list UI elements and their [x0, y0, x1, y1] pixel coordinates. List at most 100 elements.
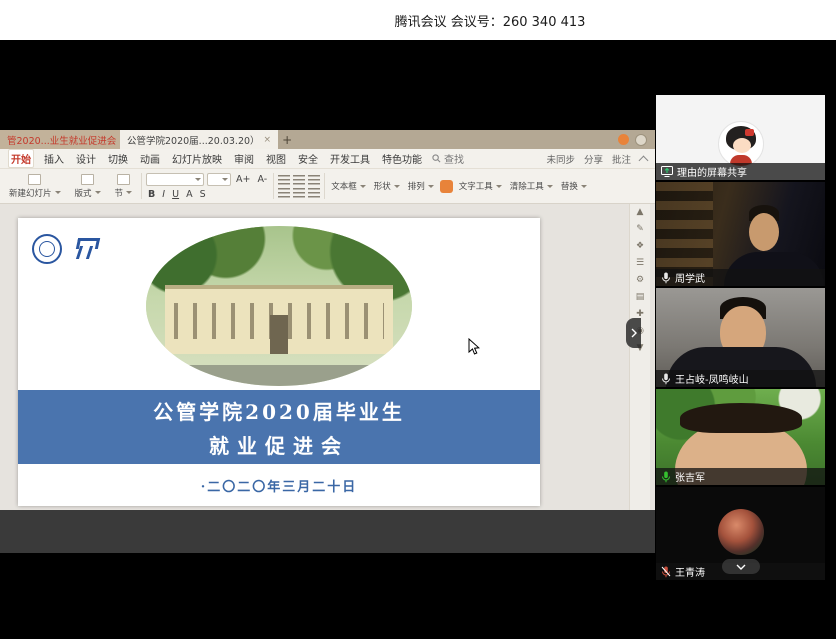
account-avatar-icon[interactable] — [635, 134, 647, 146]
font-name-select[interactable] — [146, 173, 204, 186]
participant-label: 周学武 — [656, 269, 825, 286]
arrange-button[interactable]: 排列 — [406, 180, 436, 192]
dropdown-caret-icon — [55, 191, 61, 194]
participant-label: 张吉军 — [656, 468, 825, 485]
numbered-list-icon[interactable] — [293, 175, 305, 185]
align-center-icon[interactable] — [293, 188, 305, 198]
document-tab-1-label: 管2020...业生就业促进会 — [7, 133, 116, 147]
promo-badge-icon[interactable] — [618, 134, 629, 145]
tabbar-icons — [618, 130, 655, 149]
menu-insert[interactable]: 插入 — [42, 150, 66, 167]
building-door — [270, 315, 288, 354]
menu-features[interactable]: 特色功能 — [380, 150, 424, 167]
strikethrough-button[interactable]: S — [198, 189, 208, 200]
mouse-cursor-icon — [468, 338, 480, 356]
slide-date: ·二〇二〇年三月二十日 — [18, 476, 540, 495]
increase-font-button[interactable]: A+ — [234, 174, 252, 185]
participant-name: 周学武 — [675, 270, 705, 285]
section-icon — [117, 174, 130, 185]
close-tab-icon[interactable]: × — [264, 135, 272, 145]
menu-view[interactable]: 视图 — [264, 150, 288, 167]
textbox-button[interactable]: 文本框 — [329, 180, 368, 192]
align-right-icon[interactable] — [308, 188, 320, 198]
grid-tool-icon[interactable]: ▤ — [636, 292, 645, 302]
document-tab-2-active[interactable]: 公管学院2020届...20.03.20） × — [120, 130, 278, 149]
avatar — [718, 509, 764, 555]
edit-tool-icon[interactable]: ✎ — [636, 224, 644, 234]
new-tab-button[interactable]: + — [278, 130, 296, 149]
scroll-up-icon[interactable]: ▲ — [637, 207, 644, 217]
italic-button[interactable]: I — [160, 189, 167, 200]
font-size-select[interactable] — [207, 173, 231, 186]
decrease-font-button[interactable]: A- — [256, 174, 270, 185]
menu-transition[interactable]: 切换 — [106, 150, 130, 167]
layout-icon — [81, 174, 94, 185]
chevron-right-icon — [631, 328, 637, 338]
menu-review[interactable]: 审阅 — [232, 150, 256, 167]
menu-animation[interactable]: 动画 — [138, 150, 162, 167]
meeting-window: 腾讯会议 会议号：260 340 413 管2020...业生就业促进会 × 公… — [0, 0, 836, 639]
meeting-title-bar: 腾讯会议 会议号：260 340 413 — [0, 0, 836, 40]
menu-home[interactable]: 开始 — [8, 149, 34, 168]
participant-label: 理由的屏幕共享 — [656, 163, 825, 180]
clear-tools-button[interactable]: 清除工具 — [508, 180, 555, 192]
shapes-button[interactable]: 形状 — [372, 180, 402, 192]
indent-icon[interactable] — [308, 175, 320, 185]
menu-devtools[interactable]: 开发工具 — [328, 150, 372, 167]
bold-button[interactable]: B — [146, 189, 157, 200]
mic-active-icon — [661, 471, 671, 483]
dropdown-caret-icon — [581, 185, 587, 188]
docer-assets-icon[interactable] — [440, 180, 453, 193]
menu-design[interactable]: 设计 — [74, 150, 98, 167]
building-ground — [146, 365, 412, 386]
sync-status-button[interactable]: 未同步 — [546, 152, 575, 166]
participant-tile-sharer[interactable]: 理由的屏幕共享 — [656, 95, 825, 180]
participant-tile[interactable]: 张吉军 — [656, 389, 825, 485]
college-logo-icon — [74, 236, 100, 262]
participant-name: 理由的屏幕共享 — [677, 164, 747, 179]
underline-button[interactable]: U — [170, 189, 181, 200]
mic-icon — [661, 272, 671, 284]
collapse-ribbon-icon[interactable] — [639, 155, 649, 165]
dropdown-caret-icon — [394, 185, 400, 188]
wps-ribbon: 新建幻灯片 版式 节 A+ A- B I — [0, 169, 655, 204]
new-slide-button[interactable]: 新建幻灯片 — [4, 173, 66, 200]
comment-button[interactable]: 批注 — [612, 152, 631, 166]
section-button[interactable]: 节 — [110, 173, 138, 200]
slide-title-line2: 就业促进会 — [209, 430, 349, 459]
participant-name: 王青涛 — [675, 564, 705, 579]
layout-button[interactable]: 版式 — [70, 173, 106, 200]
document-tab-1[interactable]: 管2020...业生就业促进会 × — [0, 130, 120, 149]
wps-tab-bar: 管2020...业生就业促进会 × 公管学院2020届...20.03.20） … — [0, 130, 655, 149]
participant-tile[interactable]: 周学武 — [656, 182, 825, 286]
settings-tool-icon[interactable]: ⚙ — [636, 275, 644, 285]
ribbon-separator — [273, 173, 274, 199]
menu-slideshow[interactable]: 幻灯片放映 — [170, 150, 224, 167]
find-button[interactable]: 查找 — [432, 151, 464, 166]
slide-canvas[interactable]: 公管学院2020届毕业生 就业促进会 ·二〇二〇年三月二十日 ▲ ✎ ❖ ☰ ⚙… — [0, 204, 655, 510]
share-button[interactable]: 分享 — [584, 152, 603, 166]
slide-title-banner: 公管学院2020届毕业生 就业促进会 — [18, 390, 540, 464]
chevron-down-icon — [736, 564, 746, 570]
slide[interactable]: 公管学院2020届毕业生 就业促进会 ·二〇二〇年三月二十日 — [18, 218, 540, 506]
mic-icon — [661, 373, 671, 385]
participant-name: 王占岐-凤鸣岐山 — [675, 371, 749, 386]
replace-button[interactable]: 替换 — [559, 180, 589, 192]
participant-tile[interactable]: 王占岐-凤鸣岐山 — [656, 288, 825, 387]
dropdown-caret-icon — [496, 185, 502, 188]
screen-share-icon — [661, 166, 673, 177]
tabbar-spacer — [296, 130, 618, 149]
dropdown-caret-icon — [222, 178, 228, 181]
list-tool-icon[interactable]: ☰ — [636, 258, 644, 268]
wps-menu-bar: 开始 插入 设计 切换 动画 幻灯片放映 审阅 视图 安全 开发工具 特色功能 … — [0, 149, 655, 169]
avatar-bow-decor — [745, 129, 754, 136]
collapse-panel-button[interactable] — [722, 559, 760, 574]
bullet-list-icon[interactable] — [278, 175, 290, 185]
shared-screen-bottom-strip — [0, 510, 655, 553]
panel-expand-handle[interactable] — [626, 318, 641, 348]
align-left-icon[interactable] — [278, 188, 290, 198]
object-tool-icon[interactable]: ❖ — [636, 241, 644, 251]
text-tools-button[interactable]: 文字工具 — [457, 180, 504, 192]
font-color-button[interactable]: A — [184, 189, 195, 200]
menu-security[interactable]: 安全 — [296, 150, 320, 167]
